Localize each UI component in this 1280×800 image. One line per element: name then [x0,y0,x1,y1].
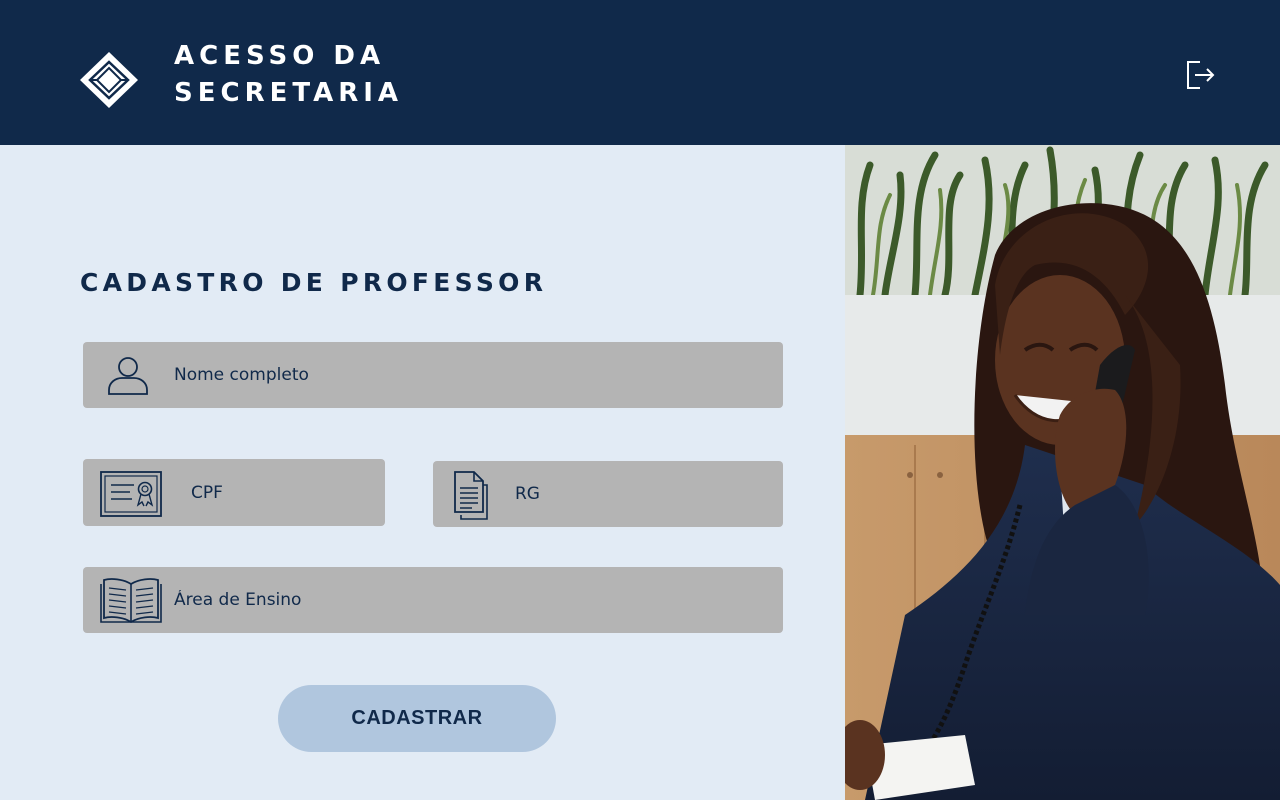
rg-input[interactable] [515,461,773,527]
certificate-icon [100,471,162,517]
page: ACESSO DA SECRETARIA CADASTRO DE PROFESS… [0,0,1280,800]
app-title-line-2: SECRETARIA [174,78,404,108]
nome-completo-field[interactable] [83,342,783,408]
cpf-field[interactable] [83,459,385,526]
form-title: CADASTRO DE PROFESSOR [80,268,548,297]
document-icon [454,471,488,520]
header-bar: ACESSO DA SECRETARIA [0,0,1280,145]
app-title: ACESSO DA SECRETARIA [174,38,403,112]
logout-icon[interactable] [1180,56,1218,94]
diamond-logo-icon [80,52,138,108]
user-icon [108,357,148,395]
open-book-icon [100,578,162,624]
rg-field[interactable] [433,461,783,527]
nome-completo-input[interactable] [174,342,773,408]
cadastrar-button[interactable]: CADASTRAR [278,685,556,752]
area-de-ensino-input[interactable] [174,567,773,633]
secretary-on-phone-photo [845,145,1280,800]
app-title-line-1: ACESSO DA [174,41,386,71]
cpf-input[interactable] [191,459,375,526]
area-de-ensino-field[interactable] [83,567,783,633]
